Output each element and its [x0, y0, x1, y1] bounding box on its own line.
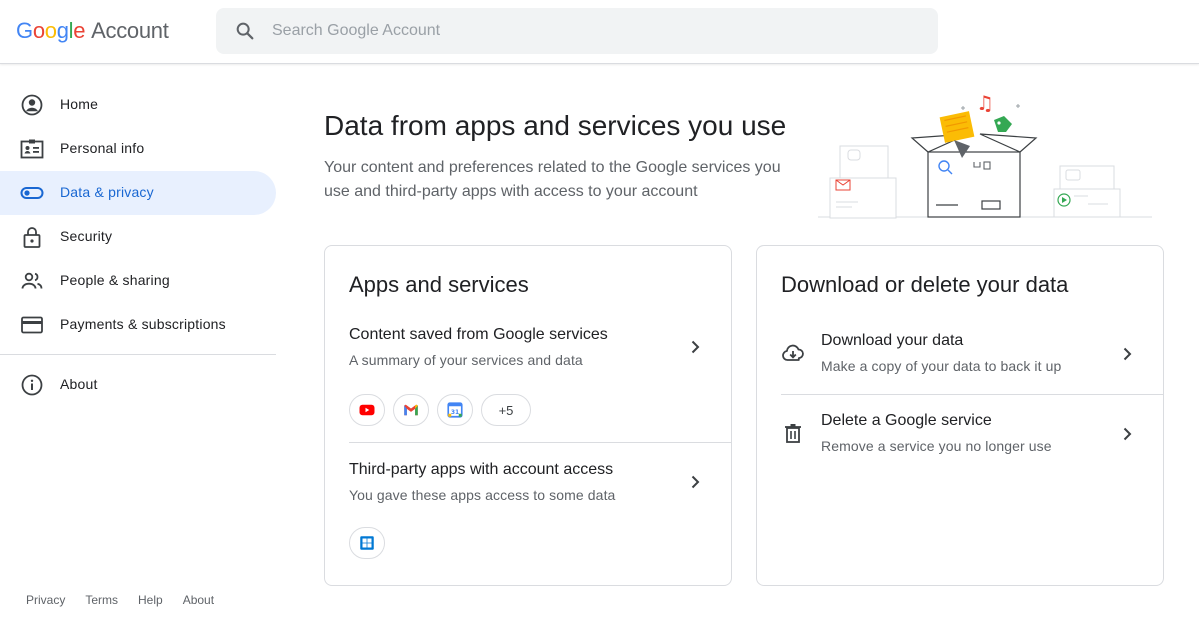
footer-links: Privacy Terms Help About — [26, 593, 214, 607]
row-subtitle: You gave these apps access to some data — [349, 487, 616, 503]
sidebar-item-label: Personal info — [60, 140, 145, 156]
lock-icon — [23, 227, 41, 248]
cloud-download-icon — [782, 344, 804, 361]
youtube-icon — [359, 404, 375, 416]
sidebar-divider — [0, 354, 276, 355]
card-title: Download or delete your data — [781, 272, 1069, 297]
people-icon — [21, 272, 43, 289]
search-bar[interactable] — [216, 8, 938, 54]
calendar-chip: 31 — [437, 394, 473, 426]
gmail-icon — [404, 404, 418, 416]
account-circle-icon — [21, 94, 43, 116]
row-title: Content saved from Google services — [349, 326, 608, 343]
chevron-right-icon — [691, 340, 700, 354]
sidebar-item-label: People & sharing — [60, 272, 170, 288]
footer-link-about[interactable]: About — [183, 593, 214, 607]
gmail-chip — [393, 394, 429, 426]
sidebar-item-label: Security — [60, 228, 113, 244]
logo-letter: e — [73, 18, 86, 43]
page-title: Data from apps and services you use — [324, 110, 787, 141]
content-saved-row[interactable]: Content saved from Google services A sum… — [325, 316, 731, 442]
row-subtitle: A summary of your services and data — [349, 352, 583, 368]
sidebar-item-data-privacy[interactable]: Data & privacy — [0, 171, 276, 215]
id-card-icon — [20, 139, 44, 159]
logo-letter: o — [32, 18, 45, 43]
sidebar-item-people-sharing[interactable]: People & sharing — [0, 259, 276, 303]
footer-link-terms[interactable]: Terms — [85, 593, 118, 607]
search-input[interactable] — [272, 8, 912, 54]
sidebar-item-personal-info[interactable]: Personal info — [0, 127, 276, 171]
sidebar-item-label: Home — [60, 96, 99, 112]
row-title: Third-party apps with account access — [349, 461, 614, 478]
sidebar-item-label: Payments & subscriptions — [60, 316, 226, 332]
row-title: Download your data — [821, 332, 964, 349]
delete-google-service-row[interactable]: Delete a Google service Remove a service… — [757, 395, 1163, 475]
data-box-illustration: ♫ — [818, 92, 1152, 219]
row-title: Delete a Google service — [821, 412, 992, 429]
card-title: Apps and services — [349, 272, 529, 297]
download-your-data-row[interactable]: Download your data Make a copy of your d… — [757, 316, 1163, 394]
calendar-day: 31 — [451, 409, 459, 416]
row-subtitle: Remove a service you no longer use — [821, 438, 1052, 454]
toggle-icon — [20, 187, 44, 199]
sidebar-item-payments-subscriptions[interactable]: Payments & subscriptions — [0, 303, 276, 347]
service-chips: 31 +5 — [349, 394, 531, 426]
calendar-icon: 31 — [447, 402, 463, 418]
windows-chip — [349, 527, 385, 559]
sidebar-item-security[interactable]: Security — [0, 215, 276, 259]
top-bar: Google Account — [0, 0, 1199, 64]
youtube-chip — [349, 394, 385, 426]
google-account-logo[interactable]: Google Account — [16, 18, 169, 44]
sidebar-item-label: About — [60, 376, 98, 392]
apps-and-services-card: Apps and services Content saved from Goo… — [324, 245, 732, 586]
page-description: Your content and preferences related to … — [324, 159, 781, 200]
logo-letter: o — [44, 18, 57, 43]
logo-letter: g — [56, 18, 69, 43]
third-party-apps-row[interactable]: Third-party apps with account access You… — [325, 443, 731, 583]
search-icon[interactable] — [234, 20, 256, 42]
more-services-chip[interactable]: +5 — [481, 394, 531, 426]
credit-card-icon — [21, 316, 43, 334]
info-icon — [21, 374, 43, 396]
third-party-chips — [349, 527, 385, 559]
row-subtitle: Make a copy of your data to back it up — [821, 358, 1062, 374]
logo-product-name: Account — [91, 18, 169, 43]
chevron-right-icon — [1123, 347, 1132, 361]
windows-icon — [360, 536, 374, 550]
download-or-delete-card: Download or delete your data Download yo… — [756, 245, 1164, 586]
chevron-right-icon — [691, 475, 700, 489]
logo-letter: G — [16, 18, 33, 43]
sidebar-item-label: Data & privacy — [60, 184, 154, 200]
footer-link-privacy[interactable]: Privacy — [26, 593, 65, 607]
svg-text:♫: ♫ — [976, 92, 994, 115]
sidebar-item-home[interactable]: Home — [0, 83, 276, 127]
trash-icon — [785, 424, 801, 443]
footer-link-help[interactable]: Help — [138, 593, 163, 607]
sidebar-item-about[interactable]: About — [0, 363, 276, 407]
chevron-right-icon — [1123, 427, 1132, 441]
